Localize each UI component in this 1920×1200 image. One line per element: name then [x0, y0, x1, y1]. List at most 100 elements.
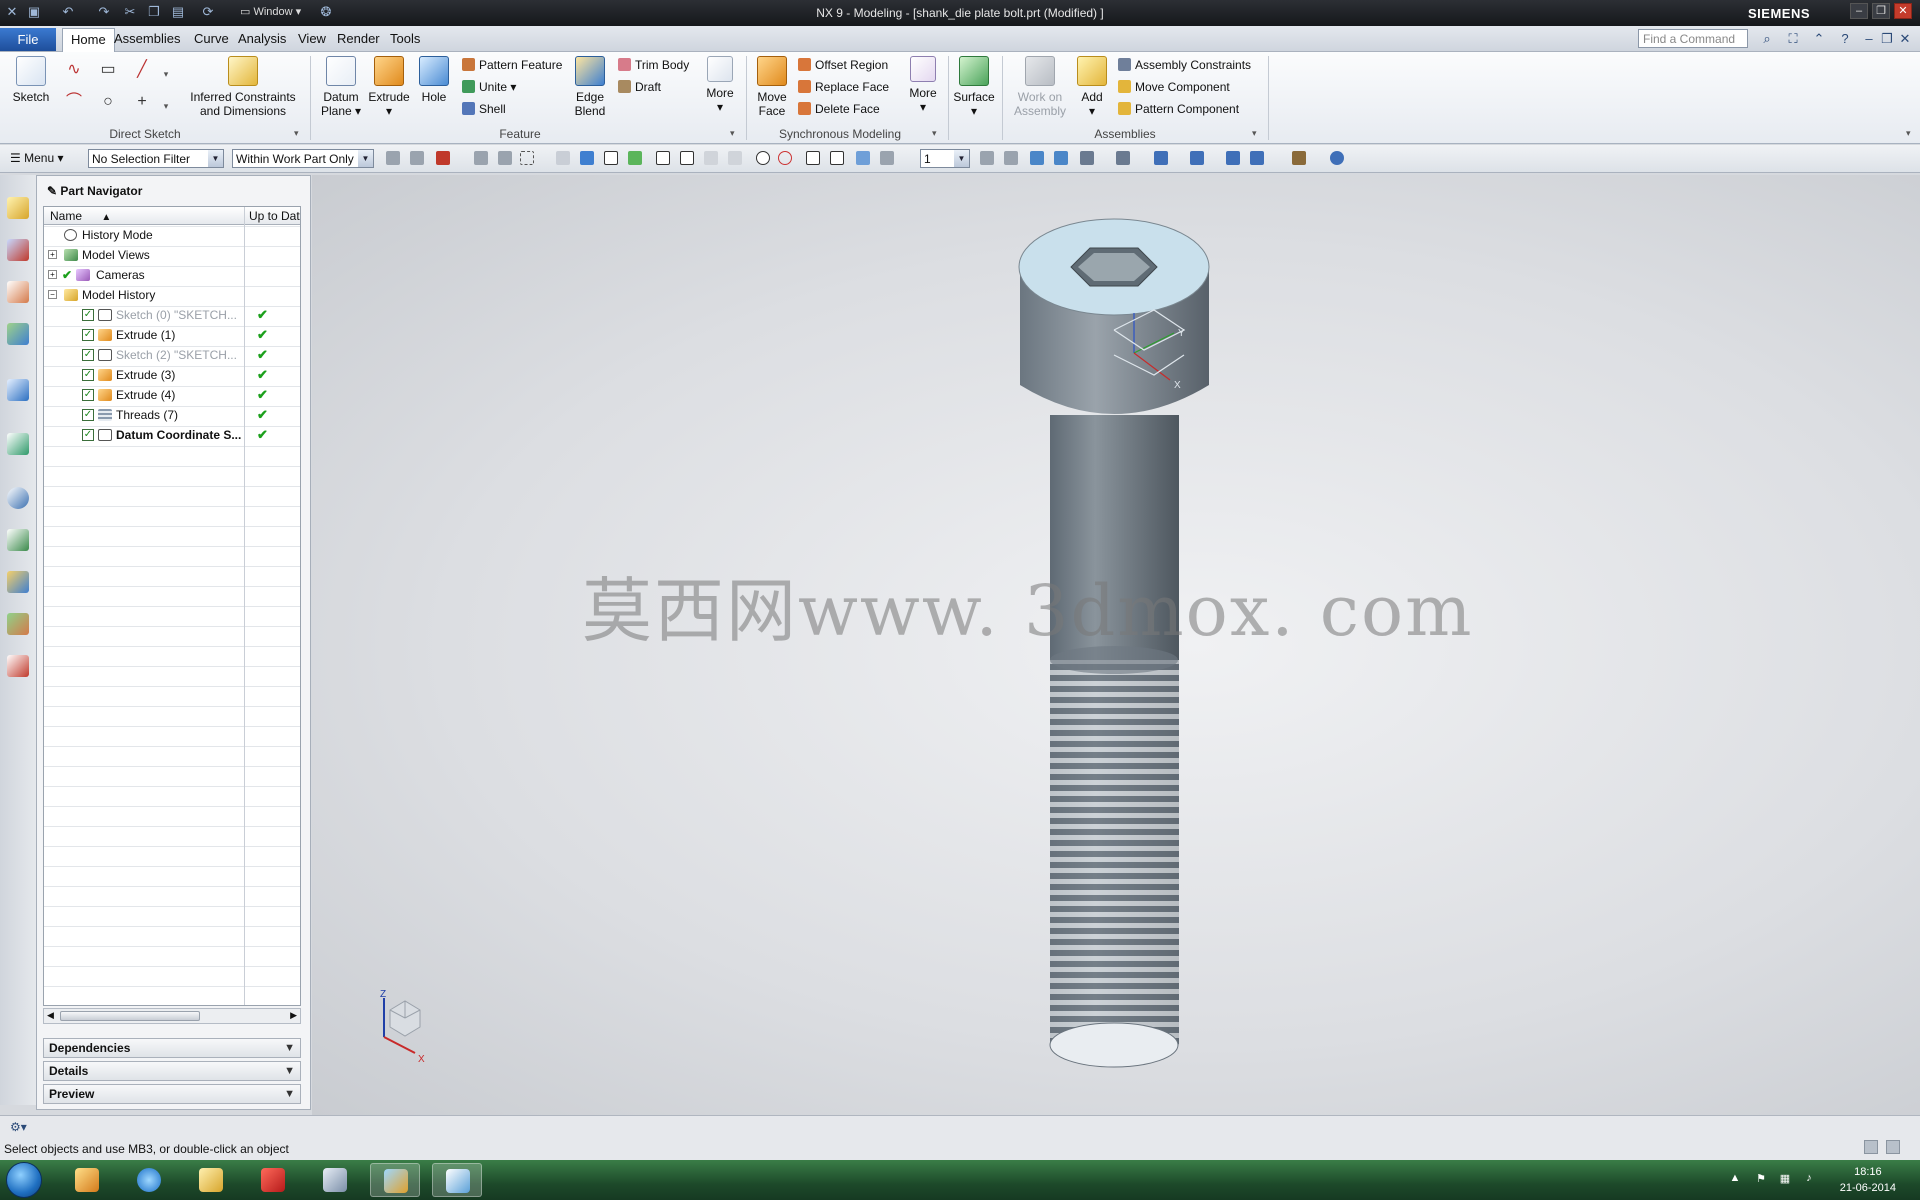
file-menu-button[interactable]: File [0, 28, 56, 51]
rectangle-select-icon[interactable] [520, 151, 534, 165]
process-studio-icon[interactable] [7, 529, 29, 551]
pattern-feature-button[interactable]: Pattern Feature [462, 58, 562, 72]
reuse-library-icon[interactable] [7, 323, 29, 345]
edge-display-icon[interactable] [1116, 151, 1130, 165]
move-face-button[interactable]: Move Face [752, 56, 792, 118]
snap-endpoint-icon[interactable] [656, 151, 670, 165]
history-icon[interactable] [7, 487, 29, 509]
taskbar-internet-explorer[interactable] [124, 1163, 174, 1197]
tab-analysis[interactable]: Analysis [238, 31, 286, 46]
rendering-style-icon[interactable] [1080, 151, 1094, 165]
tree-row-extrude-1[interactable]: ✓ Extrude (1) ✔ [44, 325, 300, 345]
taskbar-paint[interactable] [432, 1163, 482, 1197]
scrollbar-thumb[interactable] [60, 1011, 200, 1021]
tab-assemblies[interactable]: Assemblies [114, 31, 180, 46]
point-icon[interactable]: + [132, 92, 152, 112]
snap-grid-icon[interactable] [604, 151, 618, 165]
feature-checkbox[interactable]: ✓ [82, 309, 94, 321]
system-scenes-icon[interactable] [7, 655, 29, 677]
show-hidden-icons-icon[interactable]: ▲ [1728, 1172, 1742, 1186]
surface-button[interactable]: Surface ▾ [950, 56, 998, 118]
minimize-button[interactable]: – [1850, 3, 1868, 19]
pin-icon[interactable]: ✎ [47, 184, 57, 198]
feature-group-menu-icon[interactable]: ▾ [730, 128, 735, 139]
snap-on-curve-icon[interactable] [830, 151, 844, 165]
scroll-left-icon[interactable]: ◀ [47, 1010, 54, 1021]
unite-button[interactable]: Unite ▾ [462, 80, 516, 94]
help-icon[interactable]: ? [1836, 30, 1854, 48]
window-layout-icon[interactable] [1886, 1140, 1900, 1154]
restore-button[interactable]: ❐ [1872, 3, 1890, 19]
hd3d-tools-icon[interactable] [7, 379, 29, 401]
menu-button[interactable]: ☰ Menu ▾ [10, 151, 63, 165]
full-screen-icon[interactable] [1864, 1140, 1878, 1154]
select-face-icon[interactable] [556, 151, 570, 165]
rectangle-icon[interactable]: ▭ [98, 60, 118, 80]
system-clock[interactable]: 18:16 21-06-2014 [1840, 1164, 1896, 1196]
selection-options-icon[interactable]: ⚙▾ [10, 1120, 27, 1134]
pattern-component-button[interactable]: Pattern Component [1118, 102, 1239, 116]
replace-face-button[interactable]: Replace Face [798, 80, 889, 94]
tab-home[interactable]: Home [62, 28, 115, 52]
preview-panel-header[interactable]: Preview ▼ [43, 1084, 301, 1104]
tree-row-threads-7[interactable]: ✓ Threads (7) ✔ [44, 405, 300, 425]
select-feature-icon[interactable] [474, 151, 488, 165]
volume-icon[interactable]: ♪ [1802, 1172, 1816, 1186]
shell-button[interactable]: Shell [462, 102, 506, 116]
tree-row-sketch-2[interactable]: ✓ Sketch (2) "SKETCH... ✔ [44, 345, 300, 365]
sketch-gallery-more-icon[interactable]: ▾ [160, 96, 172, 116]
dependencies-panel-header[interactable]: Dependencies ▼ [43, 1038, 301, 1058]
taskbar-browser[interactable] [62, 1163, 112, 1197]
tab-view[interactable]: View [298, 31, 326, 46]
feature-checkbox[interactable]: ✓ [82, 369, 94, 381]
zoom-icon[interactable] [1004, 151, 1018, 165]
clip-section-icon[interactable] [1190, 151, 1204, 165]
display-options-icon[interactable] [1330, 151, 1344, 165]
profile-icon[interactable]: ∿ [64, 60, 84, 80]
measure-icon[interactable] [1292, 151, 1306, 165]
snap-vertex-icon[interactable] [628, 151, 642, 165]
column-up-to-date-header[interactable]: Up to Dat [249, 209, 300, 223]
expand-icon[interactable]: + [48, 270, 57, 279]
selection-scope-select[interactable]: Within Work Part Only ▼ [232, 149, 374, 168]
network-icon[interactable]: ▦ [1778, 1172, 1792, 1186]
taskbar-calculator[interactable] [310, 1163, 360, 1197]
tree-row-model-history[interactable]: − Model History [44, 285, 300, 305]
feature-checkbox[interactable]: ✓ [82, 349, 94, 361]
feature-checkbox[interactable]: ✓ [82, 409, 94, 421]
circle-icon[interactable]: ○ [98, 92, 118, 112]
selection-filter-select[interactable]: No Selection Filter ▼ [88, 149, 224, 168]
work-on-assembly-button[interactable]: Work on Assembly [1010, 56, 1070, 118]
move-component-button[interactable]: Move Component [1118, 80, 1230, 94]
tree-row-extrude-3[interactable]: ✓ Extrude (3) ✔ [44, 365, 300, 385]
roles-icon[interactable] [7, 613, 29, 635]
chevron-up-icon[interactable]: ⌃ [1810, 30, 1828, 48]
select-body-icon[interactable] [498, 151, 512, 165]
shaded-icon[interactable] [1154, 151, 1168, 165]
fit-window-icon[interactable]: ⛶ [1784, 30, 1802, 48]
hole-button[interactable]: Hole [416, 56, 452, 104]
delete-face-button[interactable]: Delete Face [798, 102, 880, 116]
wcs-icon[interactable] [1250, 151, 1264, 165]
sync-more-button[interactable]: More ▾ [904, 56, 942, 114]
snap-bounded-icon[interactable] [880, 151, 894, 165]
line-icon[interactable]: ╱ [132, 60, 152, 80]
search-icon[interactable]: ⌕ [1758, 30, 1776, 48]
close-button[interactable]: ✕ [1894, 3, 1912, 19]
palettes-icon[interactable] [7, 571, 29, 593]
tab-render[interactable]: Render [337, 31, 380, 46]
expand-icon[interactable]: + [48, 250, 57, 259]
extrude-button[interactable]: Extrude ▾ [364, 56, 414, 118]
part-navigator-icon[interactable] [7, 281, 29, 303]
trim-body-button[interactable]: Trim Body [618, 58, 689, 72]
add-component-button[interactable]: Add ▾ [1074, 56, 1110, 118]
rotate-icon[interactable] [1030, 151, 1044, 165]
scroll-right-icon[interactable]: ▶ [290, 1010, 297, 1021]
feature-checkbox[interactable]: ✓ [82, 389, 94, 401]
work-layer-icon[interactable] [1226, 151, 1240, 165]
tab-tools[interactable]: Tools [390, 31, 420, 46]
snap-existing-point-icon[interactable] [806, 151, 820, 165]
snap-intersection-icon[interactable] [728, 151, 742, 165]
tree-row-cameras[interactable]: + ✔ Cameras [44, 265, 300, 285]
taskbar-acrobat[interactable] [248, 1163, 298, 1197]
